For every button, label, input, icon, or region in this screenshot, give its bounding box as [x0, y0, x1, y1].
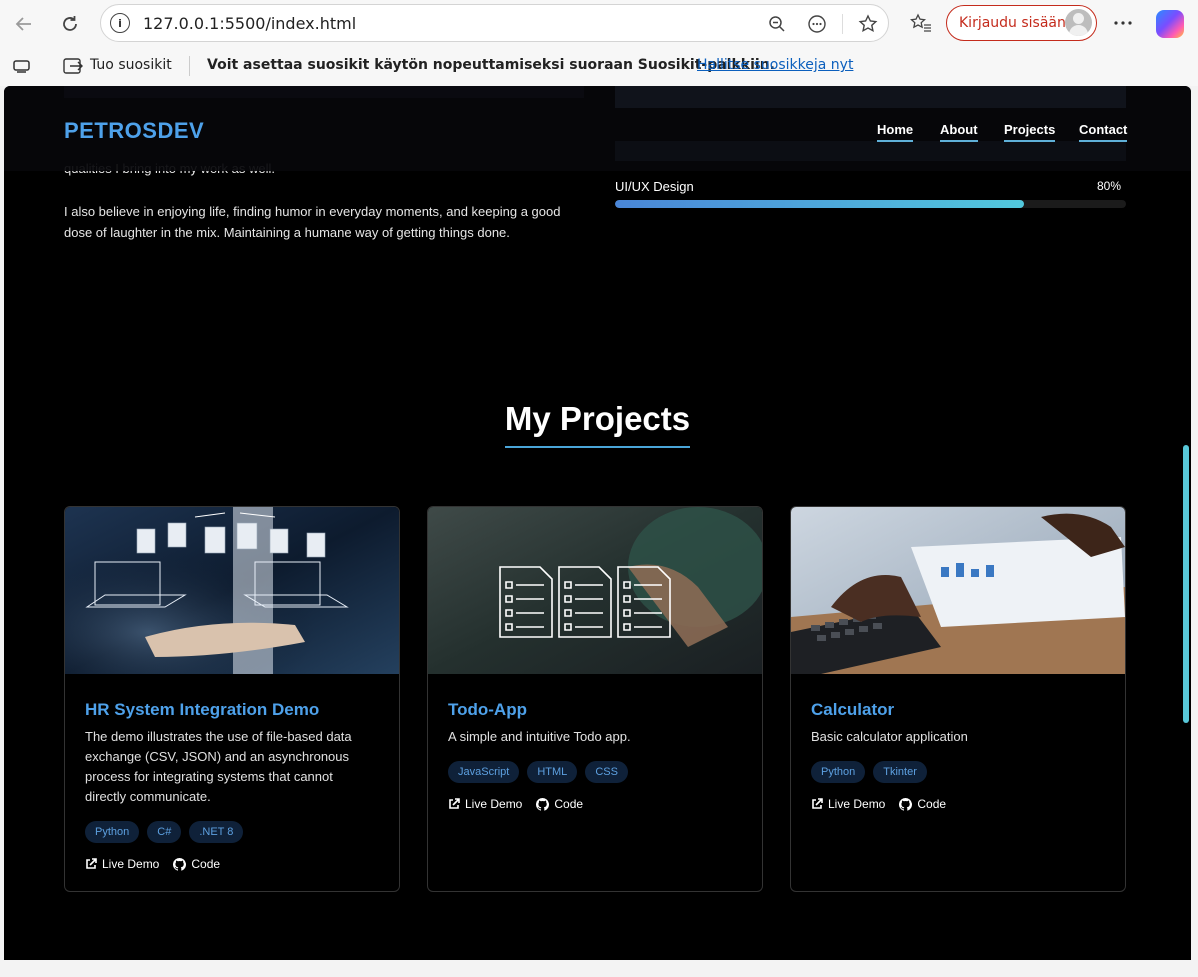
site-header: PETROSDEV Home About Projects Contact: [4, 86, 1191, 171]
more-tools-icon[interactable]: [806, 13, 828, 35]
header-bleed-right-bottom: [615, 141, 1126, 161]
github-icon: [899, 797, 913, 811]
nav-contact[interactable]: Contact: [1079, 122, 1128, 142]
tag-dotnet: .NET 8: [189, 821, 244, 843]
project-tags-calculator: Python Tkinter: [811, 761, 927, 783]
live-demo-link-calculator[interactable]: Live Demo: [811, 797, 885, 811]
external-link-icon: [812, 798, 823, 809]
project-desc-calculator: Basic calculator application: [811, 729, 968, 744]
project-image-hr: [65, 507, 399, 674]
favorites-message: Voit asettaa suosikit käytön nopeuttamis…: [207, 57, 775, 73]
project-image-todo: [428, 507, 762, 674]
live-demo-label: Live Demo: [102, 857, 160, 871]
zoom-out-icon[interactable]: [766, 13, 788, 35]
tag-python: Python: [811, 761, 866, 783]
browser-toolbar: i 127.0.0.1:5500/index.html Kirjaudu sis…: [0, 0, 1198, 48]
project-links-hr: Live Demo Code: [85, 857, 220, 871]
tag-tkinter: Tkinter: [873, 761, 927, 783]
project-title-hr[interactable]: HR System Integration Demo: [85, 700, 319, 720]
site-info-icon[interactable]: i: [110, 13, 130, 33]
github-icon: [173, 857, 187, 871]
window-bottom-edge: [0, 960, 1198, 977]
skill-percent: 80%: [1097, 179, 1122, 193]
signin-label: Kirjaudu sisään: [959, 15, 1066, 31]
code-link-calculator[interactable]: Code: [899, 797, 946, 811]
about-paragraph: I also believe in enjoying life, finding…: [64, 204, 561, 240]
project-card-calculator: Calculator Basic calculator application …: [790, 506, 1126, 892]
tag-html: HTML: [527, 761, 578, 783]
external-link-icon: [449, 798, 460, 809]
live-demo-link-todo[interactable]: Live Demo: [448, 797, 522, 811]
skill-progress-fill: [615, 200, 1024, 208]
code-label: Code: [191, 857, 221, 871]
import-favorites-label[interactable]: Tuo suosikit: [90, 57, 172, 73]
nav-about[interactable]: About: [940, 122, 978, 142]
favorite-star-icon[interactable]: [857, 13, 879, 35]
project-title-todo[interactable]: Todo-App: [448, 700, 527, 720]
projects-heading: My Projects: [504, 400, 691, 448]
code-link-todo[interactable]: Code: [536, 797, 583, 811]
project-card-todo: Todo-App A simple and intuitive Todo app…: [427, 506, 763, 892]
settings-menu-icon[interactable]: [1112, 12, 1134, 34]
profile-avatar-icon: [1065, 9, 1092, 36]
header-bleed-right-top: [615, 86, 1126, 108]
project-card-hr: HR System Integration Demo The demo illu…: [64, 506, 400, 892]
copilot-icon[interactable]: [1156, 10, 1184, 38]
project-title-calculator[interactable]: Calculator: [811, 700, 894, 720]
url-text[interactable]: 127.0.0.1:5500/index.html: [143, 14, 356, 33]
manage-favorites-link[interactable]: Hallitse suosikkeja nyt: [697, 57, 853, 73]
nav-home[interactable]: Home: [877, 122, 914, 142]
github-icon: [536, 797, 550, 811]
address-divider: [842, 14, 843, 34]
projects-heading-wrap: My Projects: [4, 400, 1191, 448]
external-link-icon: [86, 858, 97, 869]
collections-icon[interactable]: [11, 58, 33, 78]
project-image-calculator: [791, 507, 1125, 674]
signin-button[interactable]: Kirjaudu sisään: [946, 5, 1097, 41]
page-scrollbar[interactable]: [1183, 445, 1189, 723]
favorites-list-icon[interactable]: [910, 12, 932, 34]
live-demo-link-hr[interactable]: Live Demo: [85, 857, 159, 871]
code-label: Code: [554, 797, 584, 811]
project-links-calculator: Live Demo Code: [811, 797, 946, 811]
skill-name: UI/UX Design: [615, 179, 694, 194]
favorites-bar: Tuo suosikit Voit asettaa suosikit käytö…: [0, 48, 1198, 86]
header-bleed-left: [64, 86, 584, 98]
site-logo[interactable]: PETROSDEV: [64, 118, 204, 144]
code-link-hr[interactable]: Code: [173, 857, 220, 871]
tag-python: Python: [85, 821, 140, 843]
tag-css: CSS: [585, 761, 628, 783]
address-bar[interactable]: i 127.0.0.1:5500/index.html: [100, 4, 889, 42]
nav-projects[interactable]: Projects: [1004, 122, 1056, 142]
project-desc-todo: A simple and intuitive Todo app.: [448, 729, 631, 744]
tag-javascript: JavaScript: [448, 761, 520, 783]
page-viewport: qualities I bring into my work as well. …: [4, 86, 1191, 960]
skill-progress-track: [615, 200, 1126, 208]
back-arrow-icon[interactable]: [8, 8, 40, 40]
live-demo-label: Live Demo: [465, 797, 523, 811]
refresh-icon[interactable]: [54, 8, 86, 40]
tag-csharp: C#: [147, 821, 182, 843]
favbar-divider: [189, 56, 190, 76]
live-demo-label: Live Demo: [828, 797, 886, 811]
project-links-todo: Live Demo Code: [448, 797, 583, 811]
project-tags-hr: Python C# .NET 8: [85, 821, 244, 843]
project-tags-todo: JavaScript HTML CSS: [448, 761, 628, 783]
code-label: Code: [917, 797, 947, 811]
project-desc-hr: The demo illustrates the use of file-bas…: [85, 729, 352, 804]
import-favorites-icon[interactable]: [62, 56, 84, 80]
